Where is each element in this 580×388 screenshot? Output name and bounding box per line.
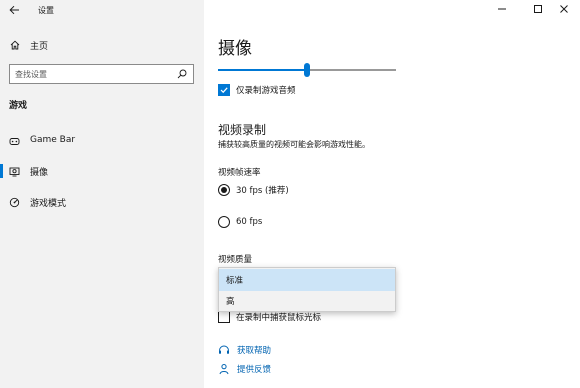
main-content: 摄像 仅录制游戏音频 视频录制 捕获较高质量的视频可能会影响游戏性能。 视频帧速… <box>204 0 580 388</box>
get-help-link-text[interactable]: 获取帮助 <box>237 344 271 356</box>
sidebar-item-label: 摄像 <box>30 168 49 178</box>
capture-mouse-label: 在录制中捕获鼠标光标 <box>236 313 322 323</box>
frame-rate-30-option[interactable]: 30 fps (推荐) <box>218 183 289 197</box>
sidebar: 设置 主页 游戏 Game Bar 摄像 <box>0 0 204 388</box>
close-button[interactable] <box>548 0 580 18</box>
record-game-audio-only-option[interactable]: 仅录制游戏音频 <box>218 83 296 97</box>
back-arrow-icon <box>8 5 19 15</box>
give-feedback-link-text[interactable]: 提供反馈 <box>237 363 271 375</box>
help-icon <box>219 345 229 354</box>
frame-rate-60-label: 60 fps <box>236 217 263 227</box>
search-icon[interactable] <box>177 69 187 79</box>
capture-icon <box>9 167 20 177</box>
frame-rate-60-radio[interactable] <box>218 216 230 228</box>
back-button[interactable] <box>4 1 24 19</box>
video-quality-dropdown-list: 标准 高 <box>218 267 396 312</box>
sidebar-section-title: 游戏 <box>9 101 28 111</box>
game-bar-icon <box>9 138 20 145</box>
sidebar-item-game-bar[interactable]: Game Bar <box>0 128 204 154</box>
volume-slider[interactable] <box>218 63 396 77</box>
slider-thumb[interactable] <box>304 63 310 77</box>
video-quality-option-standard[interactable]: 标准 <box>219 269 395 291</box>
frame-rate-label: 视频帧速率 <box>218 168 261 178</box>
slider-fill <box>218 69 307 71</box>
sidebar-item-label: 主页 <box>30 42 49 52</box>
video-recording-hint: 捕获较高质量的视频可能会影响游戏性能。 <box>218 140 370 149</box>
record-game-audio-only-checkbox[interactable] <box>218 84 230 96</box>
minimize-button[interactable] <box>486 0 518 18</box>
give-feedback-link[interactable]: 提供反馈 <box>218 362 271 376</box>
get-help-link[interactable]: 获取帮助 <box>218 343 271 357</box>
video-quality-label: 视频质量 <box>218 255 253 265</box>
minimize-icon <box>498 8 506 10</box>
capture-mouse-option[interactable]: 在录制中捕获鼠标光标 <box>218 310 321 324</box>
capture-mouse-checkbox[interactable] <box>218 311 230 323</box>
maximize-icon <box>534 5 542 13</box>
checkmark-icon <box>220 87 228 94</box>
sidebar-item-label: 游戏模式 <box>30 199 67 209</box>
frame-rate-30-radio[interactable] <box>218 184 230 196</box>
frame-rate-60-option[interactable]: 60 fps <box>218 215 262 229</box>
close-icon <box>560 5 568 13</box>
page-title: 摄像 <box>218 39 252 59</box>
home-icon <box>10 40 20 50</box>
record-game-audio-only-label: 仅录制游戏音频 <box>236 86 296 96</box>
sidebar-item-capture[interactable]: 摄像 <box>0 158 204 184</box>
search-box[interactable] <box>9 64 194 84</box>
app-title: 设置 <box>38 6 54 15</box>
frame-rate-30-label: 30 fps (推荐) <box>236 186 289 196</box>
video-recording-heading: 视频录制 <box>218 123 267 137</box>
game-mode-icon <box>9 197 20 208</box>
search-input[interactable] <box>10 65 170 83</box>
sidebar-item-game-mode[interactable]: 游戏模式 <box>0 189 204 215</box>
feedback-icon <box>219 364 229 375</box>
sidebar-item-label: Game Bar <box>30 135 76 145</box>
sidebar-item-home[interactable]: 主页 <box>0 34 204 56</box>
video-quality-option-high[interactable]: 高 <box>219 290 395 312</box>
